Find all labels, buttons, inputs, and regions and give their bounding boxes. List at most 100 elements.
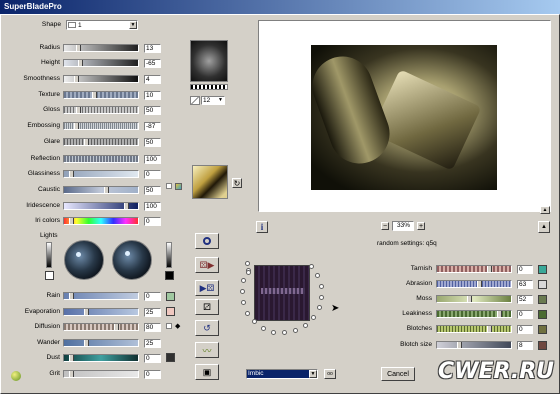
color-swatch[interactable] <box>538 341 547 350</box>
slider-thumb[interactable] <box>69 371 74 377</box>
angle-dial-preview[interactable] <box>254 265 310 321</box>
slider-thumb[interactable] <box>457 342 462 348</box>
slider-value[interactable]: -87 <box>144 122 161 131</box>
slider-value[interactable]: 4 <box>144 75 161 84</box>
reset-button[interactable] <box>195 233 219 249</box>
dial-dot[interactable] <box>319 294 325 300</box>
save-preset-button[interactable]: ▣ <box>195 364 219 380</box>
slider-value[interactable]: 0 <box>144 354 161 363</box>
caustic-color-icon[interactable] <box>175 183 182 190</box>
slider-thumb[interactable] <box>487 266 492 272</box>
info-icon[interactable]: i <box>256 221 268 233</box>
slider-track[interactable] <box>63 44 139 52</box>
light-handle-icon[interactable] <box>125 251 130 256</box>
slider-track[interactable] <box>63 91 139 99</box>
slider-track[interactable] <box>63 155 139 163</box>
rain-color-swatch[interactable] <box>166 292 175 301</box>
zoom-in-button[interactable]: + <box>417 222 425 230</box>
slider-track[interactable] <box>436 265 512 273</box>
slider-value[interactable]: 0 <box>144 170 161 179</box>
dial-dot[interactable] <box>309 263 315 269</box>
slider-track[interactable] <box>436 280 512 288</box>
texture-angle-select[interactable]: 12 ▼ <box>201 96 225 105</box>
slider-value[interactable]: 25 <box>144 339 161 348</box>
slider-value[interactable]: 10 <box>144 91 161 100</box>
apply-button[interactable]: ▶⚄ <box>195 280 219 296</box>
texture-strip[interactable] <box>190 84 228 90</box>
slider-thumb[interactable] <box>114 324 119 330</box>
color-swatch[interactable] <box>538 295 547 304</box>
slider-thumb[interactable] <box>497 311 502 317</box>
slider-value[interactable]: 52 <box>517 295 533 304</box>
dial-dot[interactable] <box>271 329 277 335</box>
slider-track[interactable] <box>63 308 139 316</box>
slider-value[interactable]: 50 <box>144 138 161 147</box>
slider-thumb[interactable] <box>84 139 89 145</box>
slider-track[interactable] <box>63 170 139 178</box>
slider-thumb[interactable] <box>69 218 74 224</box>
slider-track[interactable] <box>436 310 512 318</box>
slider-thumb[interactable] <box>76 107 81 113</box>
dial-dot[interactable] <box>318 283 324 289</box>
slider-thumb[interactable] <box>92 92 97 98</box>
light-color-right[interactable] <box>165 271 174 280</box>
dial-dot[interactable] <box>239 289 245 295</box>
slider-value[interactable]: 0 <box>144 217 161 226</box>
expand-up-button[interactable]: ▲ <box>538 221 550 233</box>
dial-dot[interactable] <box>303 322 308 328</box>
slider-thumb[interactable] <box>69 355 74 361</box>
slider-value[interactable]: -65 <box>144 59 161 68</box>
color-swatch[interactable] <box>538 280 547 289</box>
slider-value[interactable]: 0 <box>517 310 533 319</box>
dial-dot[interactable] <box>260 325 266 331</box>
slider-value[interactable]: 13 <box>144 44 161 53</box>
texture-preview[interactable] <box>190 40 228 82</box>
cancel-button[interactable]: Cancel <box>381 367 415 381</box>
caustic-gradient-preview[interactable] <box>192 165 228 199</box>
slider-track[interactable] <box>63 106 139 114</box>
preset-dropdown[interactable]: Imbic ▼ <box>246 369 318 379</box>
zoom-out-button[interactable]: − <box>381 222 389 230</box>
dial-dot[interactable] <box>245 261 250 266</box>
slider-value[interactable]: 8 <box>517 341 533 350</box>
slider-track[interactable] <box>63 122 139 130</box>
slider-track[interactable] <box>436 295 512 303</box>
slider-value[interactable]: 0 <box>517 325 533 334</box>
slider-thumb[interactable] <box>467 296 472 302</box>
slider-thumb[interactable] <box>69 171 74 177</box>
light-handle-icon[interactable] <box>76 252 81 257</box>
dial-dot[interactable] <box>244 310 250 316</box>
slider-value[interactable]: 0 <box>144 370 161 379</box>
light-brightness-slider-right[interactable] <box>166 242 172 268</box>
slider-thumb[interactable] <box>78 60 83 66</box>
color-swatch[interactable] <box>538 325 547 334</box>
randomize-button[interactable]: ⚂ <box>195 299 219 315</box>
slider-thumb[interactable] <box>104 187 109 193</box>
slider-thumb[interactable] <box>84 309 89 315</box>
slider-track[interactable] <box>63 323 139 331</box>
slider-value[interactable]: 25 <box>144 308 161 317</box>
light-sphere-right[interactable] <box>112 240 152 280</box>
slider-value[interactable]: 100 <box>144 155 161 164</box>
slider-thumb[interactable] <box>76 45 81 51</box>
dial-dot[interactable] <box>251 319 257 325</box>
slider-track[interactable] <box>63 186 139 194</box>
slider-track[interactable] <box>63 217 139 225</box>
wave-button[interactable]: 〰 <box>195 342 219 358</box>
undo-button[interactable]: ↺ <box>195 320 219 336</box>
slider-value[interactable]: 0 <box>144 292 161 301</box>
slider-track[interactable] <box>63 75 139 83</box>
chevron-down-icon[interactable]: ▼ <box>309 370 317 378</box>
slider-value[interactable]: 0 <box>517 265 533 274</box>
slider-value[interactable]: 50 <box>144 186 161 195</box>
refresh-icon[interactable]: ↻ <box>232 178 242 188</box>
slider-track[interactable] <box>63 138 139 146</box>
light-color-left[interactable] <box>45 271 54 280</box>
slider-value[interactable]: 63 <box>517 280 533 289</box>
slider-thumb[interactable] <box>84 340 89 346</box>
dial-dot[interactable] <box>246 270 251 275</box>
slider-track[interactable] <box>63 202 139 210</box>
slider-track[interactable] <box>63 339 139 347</box>
slider-track[interactable] <box>63 354 139 362</box>
slider-value[interactable]: 50 <box>144 106 161 115</box>
